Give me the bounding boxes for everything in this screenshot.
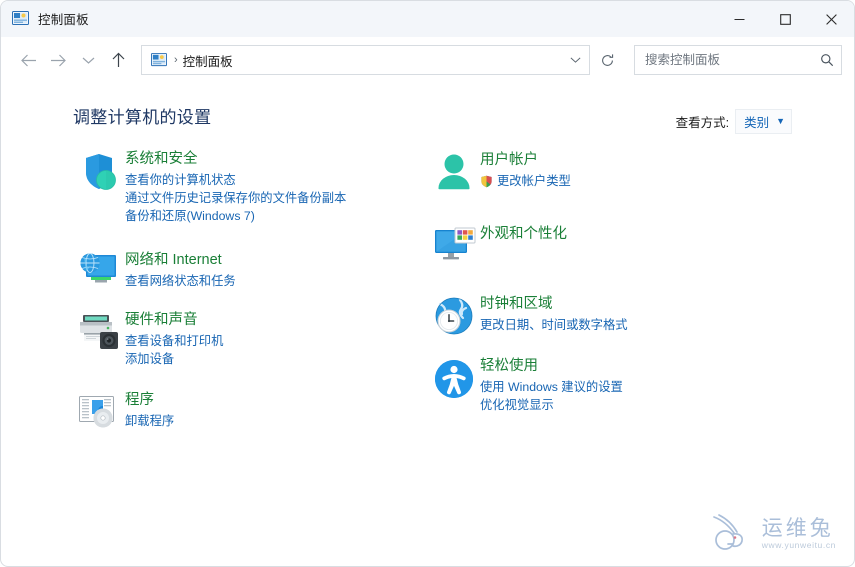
accessibility-icon bbox=[428, 355, 480, 401]
view-by-dropdown[interactable]: 类别 ▼ bbox=[735, 109, 792, 134]
category-grid: 系统和安全 查看你的计算机状态 通过文件历史记录保存你的文件备份副本 备份和还原… bbox=[1, 148, 854, 435]
printer-icon bbox=[73, 309, 125, 351]
category-link[interactable]: 添加设备 bbox=[125, 350, 223, 368]
category-body: 轻松使用 使用 Windows 建议的设置 优化视觉显示 bbox=[480, 355, 623, 414]
category-hardware-and-sound[interactable]: 硬件和声音 查看设备和打印机 添加设备 bbox=[73, 309, 428, 368]
view-by-label: 查看方式: bbox=[676, 112, 729, 131]
programs-icon bbox=[73, 389, 125, 431]
category-link: 更改帐户类型 bbox=[497, 172, 571, 190]
category-body: 程序 卸载程序 bbox=[125, 389, 174, 430]
category-body: 网络和 Internet 查看网络状态和任务 bbox=[125, 249, 236, 290]
category-title[interactable]: 程序 bbox=[125, 390, 154, 410]
page-title: 调整计算机的设置 bbox=[73, 103, 211, 128]
address-bar[interactable]: › 控制面板 bbox=[141, 45, 590, 75]
category-clock-and-region[interactable]: 时钟和区域 更改日期、时间或数字格式 bbox=[428, 293, 834, 339]
category-title[interactable]: 用户帐户 bbox=[480, 150, 538, 170]
category-link-wrapper[interactable]: 更改帐户类型 bbox=[480, 172, 571, 190]
category-user-accounts[interactable]: 用户帐户 更改帐户类型 bbox=[428, 149, 834, 195]
search-input[interactable] bbox=[635, 46, 813, 74]
category-title[interactable]: 系统和安全 bbox=[125, 149, 198, 169]
category-body: 系统和安全 查看你的计算机状态 通过文件历史记录保存你的文件备份副本 备份和还原… bbox=[125, 148, 346, 225]
chevron-down-icon[interactable] bbox=[561, 46, 589, 74]
category-link[interactable]: 查看你的计算机状态 bbox=[125, 171, 346, 189]
up-button[interactable] bbox=[103, 45, 133, 75]
uac-shield-icon bbox=[480, 175, 493, 188]
rabbit-logo-icon bbox=[708, 511, 754, 556]
heading-row: 调整计算机的设置 查看方式: 类别 ▼ bbox=[1, 83, 854, 134]
category-title[interactable]: 时钟和区域 bbox=[480, 294, 553, 314]
category-title[interactable]: 外观和个性化 bbox=[480, 224, 567, 244]
watermark: 运维兔 www.yunweitu.cn bbox=[708, 511, 836, 556]
view-by-control: 查看方式: 类别 ▼ bbox=[676, 109, 792, 134]
category-network-and-internet[interactable]: 网络和 Internet 查看网络状态和任务 bbox=[73, 249, 428, 291]
control-panel-icon bbox=[151, 52, 167, 68]
search-box[interactable] bbox=[634, 45, 842, 75]
category-link[interactable]: 查看设备和打印机 bbox=[125, 332, 223, 350]
close-button[interactable] bbox=[808, 1, 854, 37]
maximize-button[interactable] bbox=[762, 1, 808, 37]
content-area: 调整计算机的设置 查看方式: 类别 ▼ bbox=[1, 83, 854, 567]
breadcrumb-control-panel[interactable]: 控制面板 bbox=[183, 51, 233, 70]
category-body: 时钟和区域 更改日期、时间或数字格式 bbox=[480, 293, 628, 334]
category-body: 用户帐户 更改帐户类型 bbox=[480, 149, 571, 190]
right-column: 用户帐户 更改帐户类型 bbox=[428, 148, 834, 435]
network-icon bbox=[73, 249, 125, 291]
forward-button[interactable] bbox=[43, 45, 73, 75]
category-title[interactable]: 硬件和声音 bbox=[125, 310, 198, 330]
back-button[interactable] bbox=[13, 45, 43, 75]
category-link[interactable]: 查看网络状态和任务 bbox=[125, 272, 236, 290]
title-bar: 控制面板 bbox=[1, 1, 854, 37]
watermark-name: 运维兔 bbox=[762, 517, 836, 540]
category-system-and-security[interactable]: 系统和安全 查看你的计算机状态 通过文件历史记录保存你的文件备份副本 备份和还原… bbox=[73, 148, 428, 225]
control-panel-window: 控制面板 bbox=[0, 0, 855, 567]
watermark-text: 运维兔 www.yunweitu.cn bbox=[762, 517, 836, 551]
appearance-icon bbox=[428, 223, 480, 267]
category-appearance-and-personalization[interactable]: 外观和个性化 bbox=[428, 223, 834, 267]
category-link[interactable]: 优化视觉显示 bbox=[480, 396, 623, 414]
category-body: 硬件和声音 查看设备和打印机 添加设备 bbox=[125, 309, 223, 368]
window-controls bbox=[716, 1, 854, 37]
category-programs[interactable]: 程序 卸载程序 bbox=[73, 389, 428, 431]
control-panel-icon bbox=[12, 10, 29, 27]
category-title[interactable]: 轻松使用 bbox=[480, 356, 538, 376]
view-by-value: 类别 bbox=[744, 112, 769, 131]
search-icon[interactable] bbox=[813, 53, 841, 67]
left-column: 系统和安全 查看你的计算机状态 通过文件历史记录保存你的文件备份副本 备份和还原… bbox=[73, 148, 428, 435]
category-link[interactable]: 通过文件历史记录保存你的文件备份副本 bbox=[125, 189, 346, 207]
category-link[interactable]: 备份和还原(Windows 7) bbox=[125, 207, 346, 225]
refresh-button[interactable] bbox=[590, 45, 624, 75]
shield-icon bbox=[73, 148, 125, 194]
chevron-down-icon: ▼ bbox=[776, 117, 785, 126]
category-title[interactable]: 网络和 Internet bbox=[125, 250, 222, 270]
category-link[interactable]: 更改日期、时间或数字格式 bbox=[480, 316, 628, 334]
category-link[interactable]: 使用 Windows 建议的设置 bbox=[480, 378, 623, 396]
user-icon bbox=[428, 149, 480, 195]
category-body: 外观和个性化 bbox=[480, 223, 567, 246]
minimize-button[interactable] bbox=[716, 1, 762, 37]
breadcrumb-separator: › bbox=[174, 55, 178, 66]
clock-globe-icon bbox=[428, 293, 480, 339]
category-link[interactable]: 卸载程序 bbox=[125, 412, 174, 430]
navigation-bar: › 控制面板 bbox=[1, 37, 854, 83]
watermark-url: www.yunweitu.cn bbox=[762, 540, 836, 551]
recent-locations-button[interactable] bbox=[73, 45, 103, 75]
category-ease-of-access[interactable]: 轻松使用 使用 Windows 建议的设置 优化视觉显示 bbox=[428, 355, 834, 414]
window-title: 控制面板 bbox=[38, 9, 89, 28]
